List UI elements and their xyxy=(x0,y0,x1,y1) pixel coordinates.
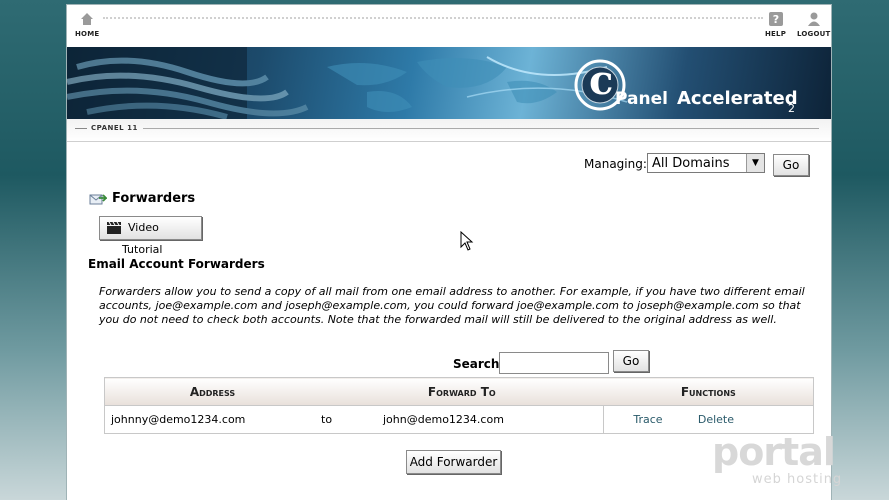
forwarders-icon xyxy=(89,194,107,205)
help-button[interactable]: ? HELP xyxy=(765,11,786,38)
svg-text:?: ? xyxy=(772,13,779,26)
clapperboard-icon xyxy=(107,222,121,234)
managing-go-button[interactable]: Go xyxy=(773,154,809,176)
brand-accelerated: Accelerated xyxy=(677,88,798,109)
home-label: HOME xyxy=(75,30,100,38)
header-functions: Functions xyxy=(603,377,814,406)
brand-c: c xyxy=(589,57,614,104)
table-header-row: Address Forward To Functions xyxy=(104,377,814,406)
tab-cpanel[interactable]: CPANEL 11 xyxy=(91,124,138,132)
help-label: HELP xyxy=(765,30,787,38)
top-nav: HOME ? HELP LOGOUT xyxy=(67,5,831,47)
trace-link-label[interactable]: Trace xyxy=(633,413,662,426)
cpanel-banner: c Panel Accelerated 2 xyxy=(67,47,831,119)
help-icon: ? xyxy=(768,12,783,26)
section-title: Email Account Forwarders xyxy=(88,257,265,271)
header-forward-to: Forward To xyxy=(320,377,604,406)
row-address: johnny@demo1234.com xyxy=(104,405,320,434)
search-input[interactable] xyxy=(499,352,609,374)
tab-divider-left xyxy=(75,128,87,129)
logout-button[interactable]: LOGOUT xyxy=(797,11,831,38)
delete-link-label[interactable]: Delete xyxy=(698,413,734,426)
mouse-cursor-icon xyxy=(460,231,474,251)
table-row: johnny@demo1234.com to john@demo1234.com… xyxy=(104,405,814,434)
trace-link[interactable]: Trace xyxy=(603,405,692,434)
brand-version: 2 xyxy=(788,102,795,115)
domain-select[interactable]: All Domains ▼ xyxy=(647,153,765,173)
page-title: Forwarders xyxy=(112,191,196,206)
search-label: Search xyxy=(453,357,500,371)
video-tutorial-button[interactable]: Video Tutorial xyxy=(99,216,202,256)
row-to: to xyxy=(320,405,382,434)
breadcrumb: CPANEL 11 xyxy=(67,119,831,142)
brand-panel: Panel xyxy=(615,89,668,109)
video-tutorial-label: Video Tutorial xyxy=(122,221,163,256)
nav-divider xyxy=(103,17,763,19)
forwarders-table: Address Forward To Functions johnny@demo… xyxy=(104,377,814,434)
search-go-button[interactable]: Go xyxy=(613,350,649,372)
delete-link[interactable]: Delete xyxy=(691,405,814,434)
home-button[interactable]: HOME xyxy=(75,11,99,38)
user-icon xyxy=(807,12,820,26)
header-address: Address xyxy=(104,377,320,406)
managing-label: Managing: xyxy=(584,157,647,171)
description-text: Forwarders allow you to send a copy of a… xyxy=(99,285,805,326)
chevron-down-icon[interactable]: ▼ xyxy=(746,154,764,172)
row-forward-to: john@demo1234.com xyxy=(382,405,605,434)
domain-select-value: All Domains xyxy=(652,156,730,171)
cpanel-page: HOME ? HELP LOGOUT c Panel Accelerated 2… xyxy=(67,5,831,500)
tab-divider-right xyxy=(143,128,819,129)
home-icon xyxy=(81,13,94,25)
add-forwarder-button[interactable]: Add Forwarder xyxy=(406,450,501,474)
logout-label: LOGOUT xyxy=(797,30,831,38)
